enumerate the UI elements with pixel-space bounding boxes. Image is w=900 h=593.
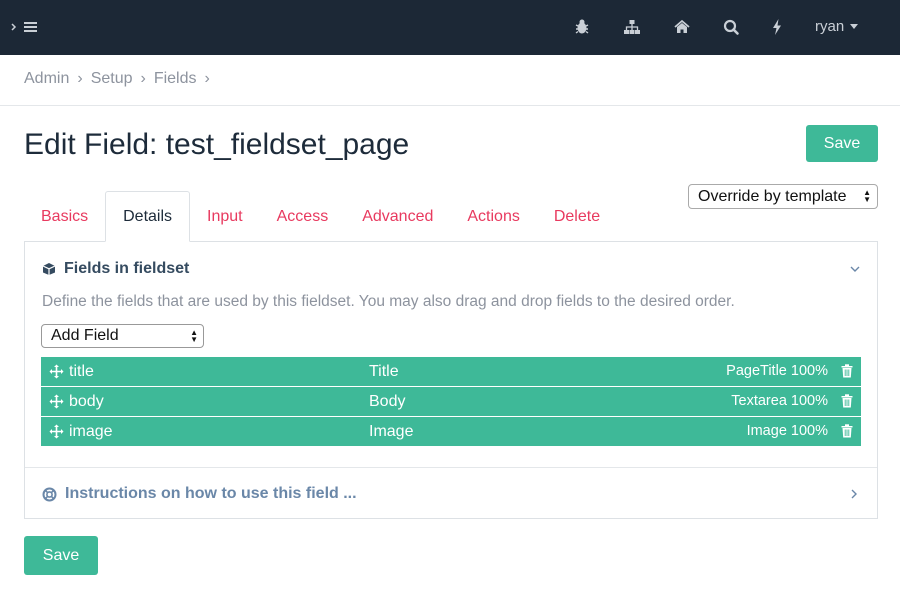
trash-icon[interactable]: [841, 424, 853, 438]
home-icon[interactable]: [671, 17, 693, 37]
move-icon[interactable]: [49, 364, 64, 379]
cube-icon: [42, 263, 56, 275]
template-select-value: Override by template: [698, 187, 847, 205]
move-icon[interactable]: [49, 424, 64, 439]
chevron-right-icon: ›: [140, 70, 146, 87]
field-name: image: [69, 423, 113, 440]
select-arrows-icon: ▲ ▼: [190, 328, 198, 344]
breadcrumb: Admin › Setup › Fields ›: [24, 70, 218, 88]
trash-icon[interactable]: [841, 364, 853, 378]
instructions-toggle[interactable]: Instructions on how to use this field ..…: [42, 485, 357, 503]
field-meta: PageTitle 100%: [726, 363, 828, 379]
field-label: Image: [369, 423, 414, 440]
tab-advanced[interactable]: Advanced: [345, 191, 450, 242]
fieldset-panel: Fields in fieldset Define the fields tha…: [24, 241, 878, 519]
chevron-right-icon: ›: [77, 70, 83, 87]
add-field-select[interactable]: Add Field ▲ ▼: [41, 324, 204, 348]
add-field-value: Add Field: [51, 327, 119, 344]
select-arrows-icon: ▲ ▼: [863, 188, 871, 204]
field-label: Body: [369, 393, 406, 410]
field-name: title: [69, 363, 94, 380]
field-label: Title: [369, 363, 399, 380]
search-icon[interactable]: [720, 17, 742, 37]
section-description: Define the fields that are used by this …: [42, 293, 735, 310]
tab-actions[interactable]: Actions: [450, 191, 536, 242]
top-navbar: ryan: [0, 0, 900, 55]
field-row[interactable]: image Image Image 100%: [41, 417, 861, 446]
field-list: title Title PageTitle 100% body Body Tex…: [41, 357, 861, 447]
breadcrumb-setup[interactable]: Setup: [91, 70, 133, 88]
panel-divider: [25, 467, 877, 468]
field-row[interactable]: body Body Textarea 100%: [41, 387, 861, 416]
trash-icon[interactable]: [841, 394, 853, 408]
tab-access[interactable]: Access: [260, 191, 346, 242]
chevron-down-icon[interactable]: [849, 262, 861, 274]
field-meta: Textarea 100%: [731, 393, 828, 409]
move-icon[interactable]: [49, 394, 64, 409]
tab-input[interactable]: Input: [190, 191, 260, 242]
bug-icon[interactable]: [571, 17, 593, 37]
field-name: body: [69, 393, 104, 410]
field-meta: Image 100%: [746, 423, 828, 439]
breadcrumb-admin[interactable]: Admin: [24, 70, 69, 88]
save-button-top[interactable]: Save: [806, 125, 878, 162]
instructions-label: Instructions on how to use this field ..…: [65, 485, 357, 502]
page-title: Edit Field: test_fieldset_page: [24, 128, 410, 161]
caret-down-icon: [850, 24, 859, 29]
user-menu[interactable]: ryan: [815, 18, 859, 35]
tab-delete[interactable]: Delete: [537, 191, 617, 242]
chevron-right-icon[interactable]: [849, 487, 859, 499]
chevron-right-icon: ›: [204, 70, 210, 87]
header-divider: [0, 105, 900, 106]
tab-bar: Basics Details Input Access Advanced Act…: [24, 191, 617, 242]
save-button-bottom[interactable]: Save: [24, 536, 98, 575]
template-override-select[interactable]: Override by template ▲ ▼: [688, 184, 878, 209]
user-name: ryan: [815, 18, 845, 35]
menu-toggle-icon[interactable]: [10, 17, 40, 37]
sitemap-icon[interactable]: [621, 17, 643, 37]
field-row[interactable]: title Title PageTitle 100%: [41, 357, 861, 386]
section-header[interactable]: Fields in fieldset: [42, 260, 189, 278]
life-ring-icon: [42, 487, 57, 501]
tab-basics[interactable]: Basics: [24, 191, 105, 242]
bolt-icon[interactable]: [766, 17, 788, 37]
section-title: Fields in fieldset: [64, 260, 190, 277]
tab-details[interactable]: Details: [105, 191, 191, 242]
breadcrumb-fields[interactable]: Fields: [154, 70, 197, 88]
